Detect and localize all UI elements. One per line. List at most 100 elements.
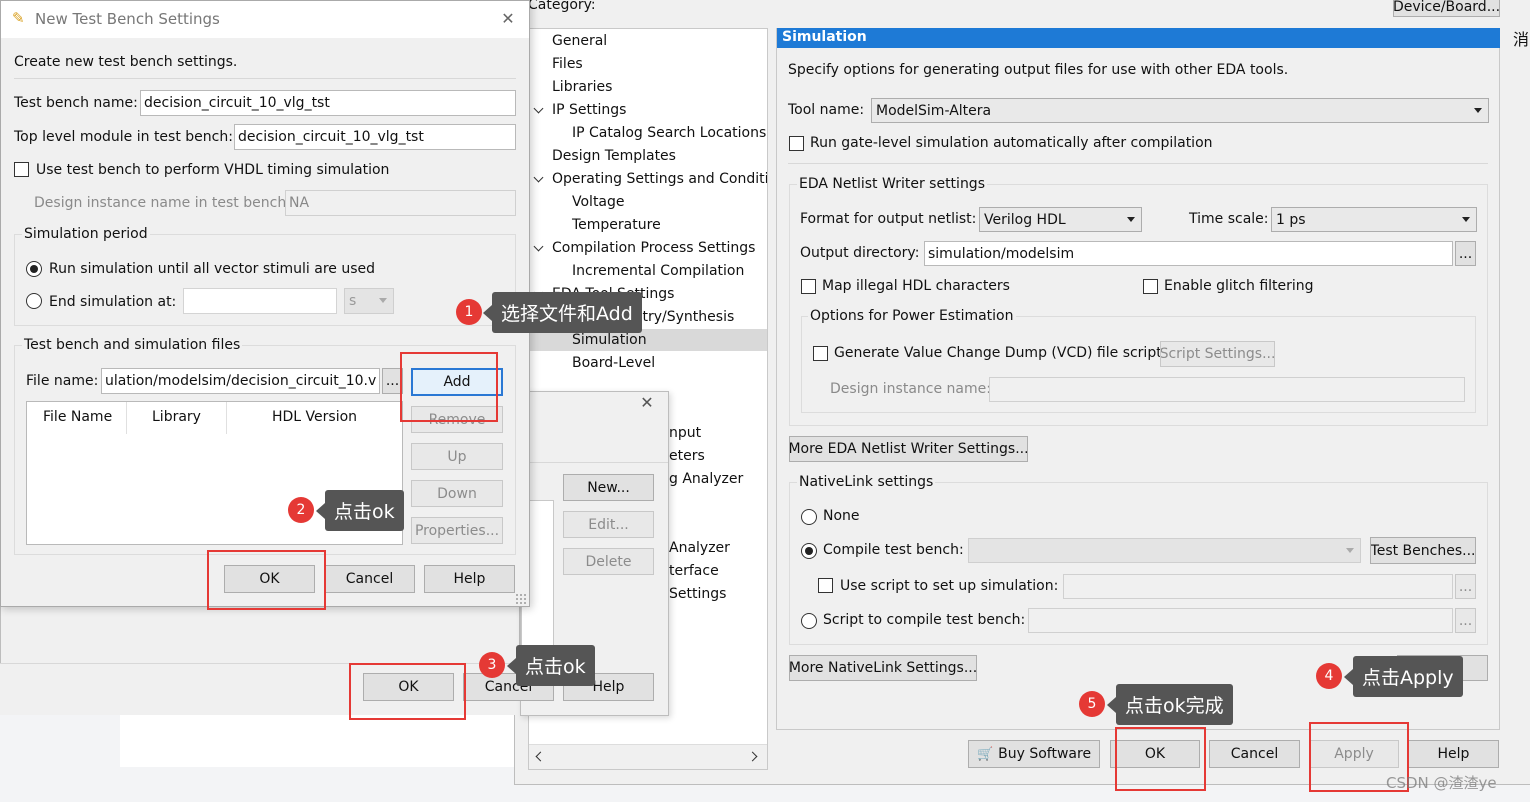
tree-item[interactable]: Voltage	[572, 194, 625, 210]
column-hdl-version[interactable]: HDL Version	[272, 409, 357, 425]
pencil-icon: ✎	[12, 9, 25, 27]
tree-item-partial[interactable]: terface	[669, 563, 719, 579]
design-instance-input[interactable]	[989, 377, 1465, 402]
tree-item[interactable]: IP Catalog Search Locations	[572, 125, 766, 141]
column-divider	[126, 402, 127, 434]
run-all-radio[interactable]	[26, 261, 42, 277]
annotation-badge-2: 2	[288, 497, 314, 523]
middle-new-button[interactable]: New...	[563, 474, 654, 501]
tool-name-select[interactable]: ModelSim-Altera	[871, 98, 1489, 123]
tree-item[interactable]: Design Templates	[552, 148, 676, 164]
design-instance-input[interactable]	[285, 190, 516, 216]
tb-name-label: Test bench name:	[14, 95, 138, 111]
buy-software-button[interactable]: 🛒 Buy Software	[968, 740, 1100, 768]
script-settings-button[interactable]: Script Settings...	[1160, 341, 1275, 367]
map-illegal-checkbox[interactable]	[801, 279, 816, 294]
output-dir-input[interactable]	[924, 241, 1453, 266]
middle-delete-button[interactable]: Delete	[563, 548, 654, 575]
tb-name-input[interactable]	[140, 90, 516, 116]
annotation-box-ok-settings	[1115, 727, 1206, 791]
device-board-button[interactable]: Device/Board...	[1393, 0, 1500, 17]
tree-item-partial[interactable]: Settings	[669, 586, 726, 602]
test-benches-button[interactable]: Test Benches...	[1370, 537, 1476, 564]
column-file-name[interactable]: File Name	[43, 409, 112, 425]
middle-dialog-divider	[521, 462, 668, 463]
settings-cancel-button[interactable]: Cancel	[1209, 740, 1300, 768]
format-label: Format for output netlist:	[800, 211, 977, 227]
use-script-browse-button[interactable]: ...	[1455, 574, 1476, 599]
top-level-input[interactable]	[234, 124, 516, 150]
script-compile-label: Script to compile test bench:	[823, 612, 1026, 628]
chevron-down-icon[interactable]	[533, 241, 544, 252]
tree-item[interactable]: Board-Level	[572, 355, 655, 371]
vhdl-timing-checkbox[interactable]	[14, 162, 29, 177]
enable-glitch-checkbox[interactable]	[1143, 279, 1158, 294]
properties-button[interactable]: Properties...	[411, 517, 503, 544]
eda-netlist-title: EDA Netlist Writer settings	[797, 176, 987, 192]
file-name-input[interactable]	[101, 368, 380, 394]
simulation-header: Simulation	[782, 29, 867, 45]
none-radio[interactable]	[801, 509, 817, 525]
compile-tb-select[interactable]	[968, 538, 1361, 563]
tree-item[interactable]: Simulation	[572, 332, 647, 348]
more-nativelink-button[interactable]: More NativeLink Settings...	[789, 655, 977, 681]
more-eda-netlist-button[interactable]: More EDA Netlist Writer Settings...	[789, 436, 1028, 462]
tree-item-partial[interactable]: g Analyzer	[669, 471, 743, 487]
end-unit-select[interactable]: s	[344, 288, 394, 314]
time-scale-select[interactable]: 1 ps	[1271, 207, 1477, 232]
script-compile-radio[interactable]	[801, 613, 817, 629]
use-script-checkbox[interactable]	[818, 578, 833, 593]
testbench-cancel-button[interactable]: Cancel	[324, 565, 415, 593]
buy-software-label: Buy Software	[998, 746, 1092, 762]
script-compile-input[interactable]	[1028, 608, 1453, 633]
resize-grip-icon[interactable]	[515, 593, 526, 604]
chevron-down-icon[interactable]	[533, 172, 544, 183]
annotation-bubble-3: 点击ok	[507, 645, 595, 686]
tree-item[interactable]: Operating Settings and Conditic	[552, 171, 767, 187]
testbench-title: New Test Bench Settings	[35, 10, 220, 28]
tree-item-partial[interactable]: Analyzer	[669, 540, 730, 556]
down-button[interactable]: Down	[411, 480, 503, 507]
middle-edit-button[interactable]: Edit...	[563, 511, 654, 538]
use-script-input[interactable]	[1063, 574, 1453, 599]
annotation-box-ok-testbench	[207, 550, 326, 610]
end-at-radio[interactable]	[26, 293, 42, 309]
column-library[interactable]: Library	[152, 409, 201, 425]
divider	[14, 78, 516, 79]
vcd-checkbox[interactable]	[813, 346, 828, 361]
category-label: Category:	[528, 0, 596, 13]
none-label: None	[823, 508, 860, 524]
up-button[interactable]: Up	[411, 443, 503, 470]
tree-item[interactable]: Incremental Compilation	[572, 263, 744, 279]
chevron-down-icon[interactable]	[533, 103, 544, 114]
tree-item-partial[interactable]: eters	[669, 448, 705, 464]
format-select[interactable]: Verilog HDL	[979, 207, 1142, 232]
run-gate-level-checkbox[interactable]	[789, 136, 804, 151]
scroll-right-icon[interactable]	[747, 751, 758, 762]
tree-item[interactable]: IP Settings	[552, 102, 626, 118]
annotation-box-ok-back	[349, 663, 466, 720]
chevron-down-icon	[1346, 547, 1354, 553]
scroll-left-icon[interactable]	[535, 751, 546, 762]
tree-item[interactable]: General	[552, 33, 607, 49]
testbench-help-button[interactable]: Help	[424, 565, 515, 593]
tree-item[interactable]: Compilation Process Settings	[552, 240, 755, 256]
tool-name-label: Tool name:	[788, 102, 865, 118]
watermark: CSDN @渣渣ye	[1386, 774, 1497, 792]
design-instance-label: Design instance name in test bench:	[34, 195, 291, 211]
tree-item[interactable]: Libraries	[552, 79, 612, 95]
output-dir-browse-button[interactable]: ...	[1455, 241, 1476, 266]
tree-horizontal-scrollbar[interactable]	[529, 744, 767, 769]
tree-item[interactable]: Files	[552, 56, 583, 72]
annotation-bubble-2: 点击ok	[316, 490, 404, 531]
settings-help-button[interactable]: Help	[1408, 740, 1499, 768]
power-estimation-title: Options for Power Estimation	[808, 308, 1016, 324]
middle-dialog-close-icon[interactable]: ✕	[638, 394, 656, 412]
script-compile-browse-button[interactable]: ...	[1455, 608, 1476, 633]
tree-item-partial[interactable]: nput	[669, 425, 701, 441]
tree-item[interactable]: Temperature	[572, 217, 661, 233]
end-at-input[interactable]	[183, 288, 337, 314]
compile-tb-radio[interactable]	[801, 543, 817, 559]
testbench-close-icon[interactable]: ✕	[498, 9, 518, 29]
chevron-down-icon	[1127, 216, 1135, 222]
